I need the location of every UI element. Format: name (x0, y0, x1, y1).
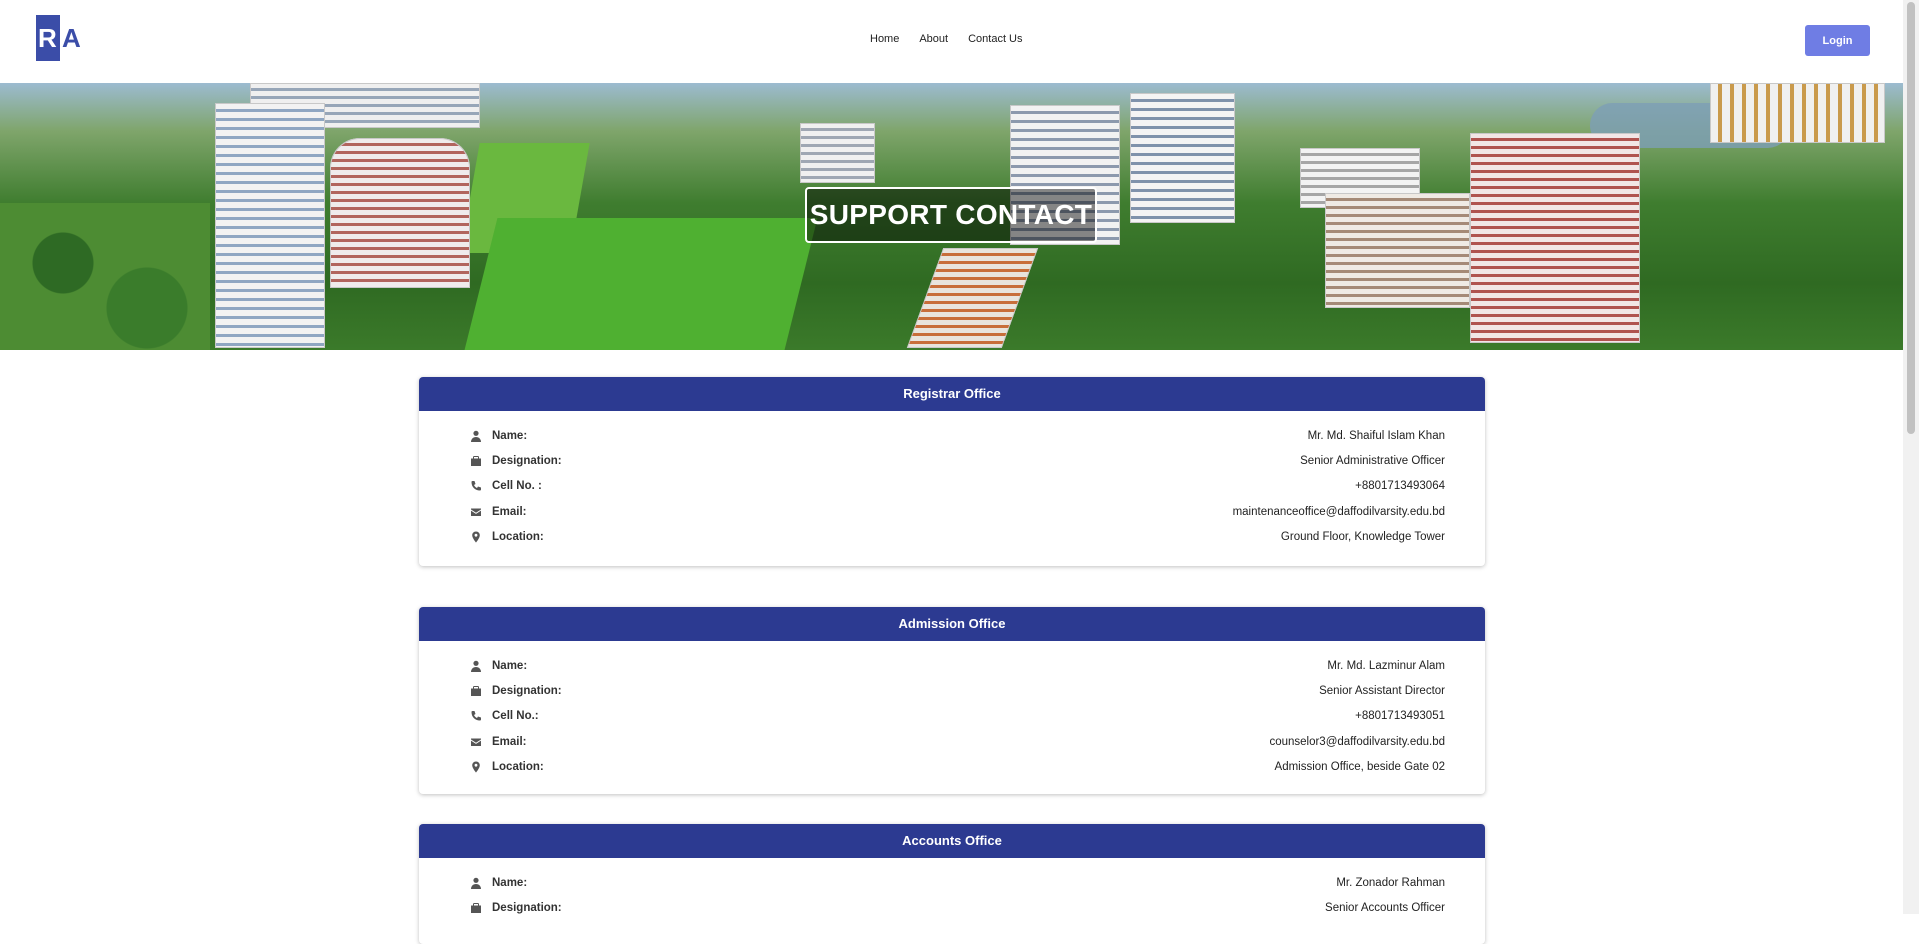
detail-value: Ground Floor, Knowledge Tower (1280, 530, 1445, 543)
hero-building (1710, 83, 1885, 143)
page-scrollbar[interactable] (1903, 0, 1919, 914)
location-pin-icon (465, 531, 487, 543)
hero-building (800, 123, 875, 183)
detail-row-location: Location: Admission Office, beside Gate … (465, 754, 1445, 779)
detail-row-location: Location: Ground Floor, Knowledge Tower (465, 524, 1445, 549)
envelope-icon (465, 506, 487, 518)
briefcase-icon (465, 455, 487, 467)
hero-building (1470, 133, 1640, 343)
office-card-title: Admission Office (419, 607, 1485, 641)
detail-label: Email: (492, 735, 527, 748)
nav-link-about[interactable]: About (919, 33, 948, 45)
detail-label: Designation: (492, 454, 562, 467)
office-card-title: Accounts Office (419, 824, 1485, 858)
nav-link-contact-us[interactable]: Contact Us (968, 33, 1022, 45)
top-navigation-bar: R A Home About Contact Us Login (0, 0, 1903, 83)
office-card-registrar: Registrar Office Name: Mr. Md. Shaiful I… (419, 377, 1485, 566)
page-title: SUPPORT CONTACT (805, 187, 1097, 243)
phone-icon (465, 710, 487, 722)
detail-label: Designation: (492, 684, 562, 697)
detail-row-name: Name: Mr. Md. Shaiful Islam Khan (465, 423, 1445, 448)
phone-icon (465, 480, 487, 492)
office-details: Name: Mr. Md. Lazminur Alam Designation:… (419, 641, 1485, 779)
detail-value: Mr. Md. Shaiful Islam Khan (1307, 429, 1445, 442)
ra-logo[interactable]: R A (36, 15, 86, 61)
detail-value: counselor3@daffodilvarsity.edu.bd (1269, 735, 1445, 748)
user-icon (465, 877, 487, 889)
user-icon (465, 430, 487, 442)
detail-row-designation: Designation: Senior Accounts Officer (465, 895, 1445, 920)
scrollbar-thumb[interactable] (1907, 2, 1915, 434)
office-details: Name: Mr. Zonador Rahman Designation: Se… (419, 858, 1485, 921)
detail-value: maintenanceoffice@daffodilvarsity.edu.bd (1232, 505, 1445, 518)
briefcase-icon (465, 685, 487, 697)
office-card-admission: Admission Office Name: Mr. Md. Lazminur … (419, 607, 1485, 794)
detail-row-name: Name: Mr. Md. Lazminur Alam (465, 653, 1445, 678)
hero-trees (0, 203, 210, 350)
detail-label: Name: (492, 659, 528, 672)
office-card-title: Registrar Office (419, 377, 1485, 411)
detail-label: Email: (492, 505, 527, 518)
briefcase-icon (465, 902, 487, 914)
detail-value: Senior Administrative Officer (1300, 454, 1445, 467)
detail-label: Cell No. : (492, 480, 542, 493)
detail-row-designation: Designation: Senior Assistant Director (465, 678, 1445, 703)
detail-label: Name: (492, 429, 528, 442)
detail-value: Mr. Zonador Rahman (1336, 876, 1445, 889)
main-nav: Home About Contact Us (870, 33, 1023, 45)
detail-value: Senior Accounts Officer (1325, 901, 1445, 914)
detail-row-cell: Cell No. : +8801713493064 (465, 474, 1445, 499)
hero-building (330, 138, 470, 288)
user-icon (465, 660, 487, 672)
nav-link-home[interactable]: Home (870, 33, 899, 45)
detail-label: Designation: (492, 901, 562, 914)
detail-value: Senior Assistant Director (1319, 684, 1445, 697)
detail-row-email: Email: counselor3@daffodilvarsity.edu.bd (465, 729, 1445, 754)
detail-row-email: Email: maintenanceoffice@daffodilvarsity… (465, 499, 1445, 524)
detail-label: Name: (492, 876, 528, 889)
envelope-icon (465, 736, 487, 748)
logo-letter-r: R (38, 23, 57, 53)
office-card-accounts: Accounts Office Name: Mr. Zonador Rahman… (419, 824, 1485, 944)
hero-building (1130, 93, 1235, 223)
detail-label: Location: (492, 530, 544, 543)
detail-value: Admission Office, beside Gate 02 (1274, 760, 1445, 773)
detail-label: Cell No.: (492, 710, 539, 723)
hero-building (215, 103, 325, 348)
detail-value: Mr. Md. Lazminur Alam (1327, 659, 1445, 672)
hero-building (906, 248, 1039, 348)
office-details: Name: Mr. Md. Shaiful Islam Khan Designa… (419, 411, 1485, 549)
logo-letter-a: A (62, 23, 81, 53)
detail-row-designation: Designation: Senior Administrative Offic… (465, 448, 1445, 473)
detail-value: +8801713493051 (1355, 710, 1445, 723)
detail-label: Location: (492, 760, 544, 773)
hero-building (1325, 193, 1470, 308)
location-pin-icon (465, 761, 487, 773)
login-button[interactable]: Login (1805, 25, 1870, 56)
detail-row-cell: Cell No.: +8801713493051 (465, 704, 1445, 729)
hero-playing-field (462, 218, 818, 350)
detail-value: +8801713493064 (1355, 480, 1445, 493)
detail-row-name: Name: Mr. Zonador Rahman (465, 870, 1445, 895)
